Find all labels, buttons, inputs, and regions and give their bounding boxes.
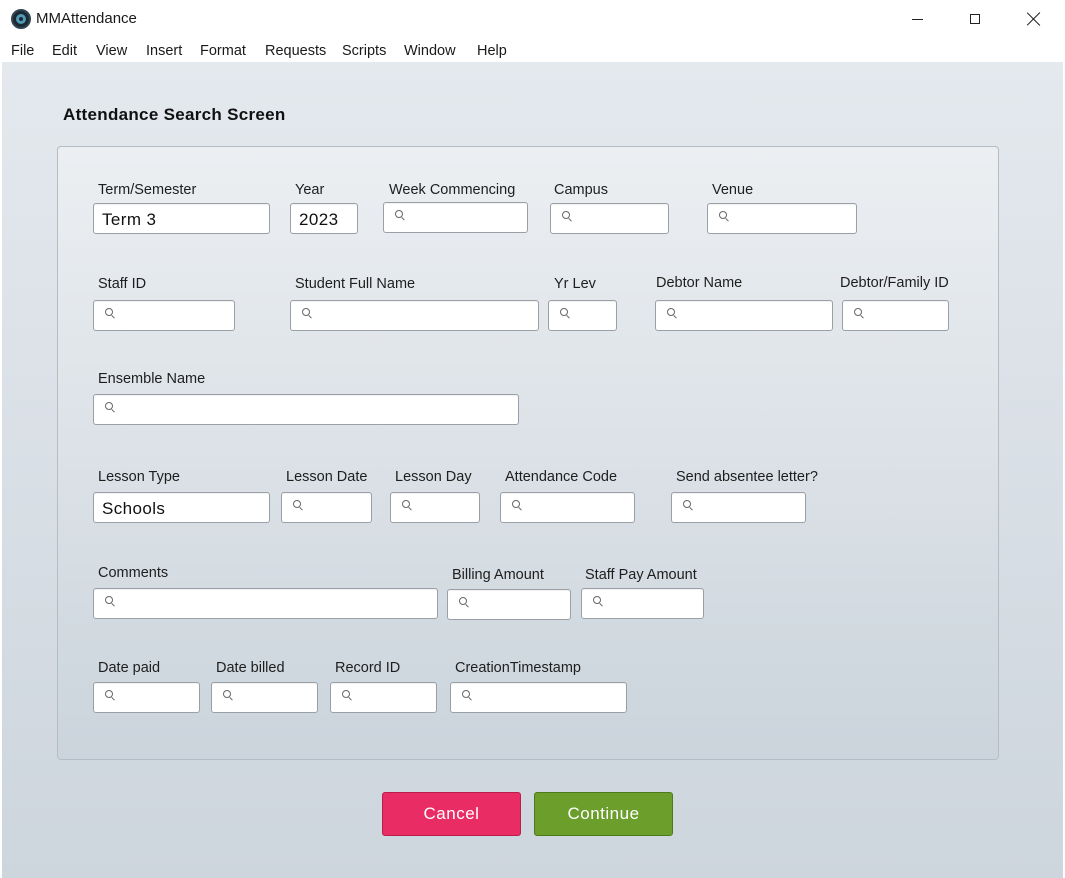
close-icon: [1027, 12, 1041, 26]
debtor-name-field[interactable]: [655, 300, 833, 331]
menu-help[interactable]: Help: [477, 43, 507, 59]
search-icon: [562, 211, 571, 220]
term-semester-value: Term 3: [102, 210, 157, 229]
maximize-icon: [970, 14, 980, 24]
search-icon: [105, 308, 114, 317]
yr-lev-label: Yr Lev: [554, 276, 596, 292]
search-icon: [105, 690, 114, 699]
menu-file[interactable]: File: [11, 43, 34, 59]
maximize-button[interactable]: [946, 0, 1004, 38]
date-paid-label: Date paid: [98, 660, 161, 676]
yr-lev-field[interactable]: [548, 300, 617, 331]
minimize-button[interactable]: [888, 0, 946, 38]
venue-label: Venue: [712, 182, 754, 198]
staff-pay-amount-label: Staff Pay Amount: [585, 567, 697, 583]
date-billed-field[interactable]: [211, 682, 318, 713]
debtor-family-id-label: Debtor/Family ID: [840, 275, 949, 291]
search-icon: [105, 402, 114, 411]
ensemble-name-field[interactable]: [93, 394, 519, 425]
menu-insert[interactable]: Insert: [146, 43, 182, 59]
term-semester-label: Term/Semester: [98, 182, 197, 198]
lesson-day-field[interactable]: [390, 492, 480, 523]
minimize-icon: [911, 18, 923, 20]
title-bar: MMAttendance: [0, 0, 1065, 38]
record-id-label: Record ID: [335, 660, 401, 676]
cancel-button[interactable]: Cancel: [382, 792, 521, 836]
app-logo-icon: [11, 9, 31, 29]
search-icon: [560, 308, 569, 317]
year-value: 2023: [299, 210, 339, 229]
attendance-code-label: Attendance Code: [505, 469, 618, 485]
staff-id-label: Staff ID: [98, 276, 147, 292]
lesson-date-field[interactable]: [281, 492, 372, 523]
continue-button[interactable]: Continue: [534, 792, 673, 836]
send-absentee-letter-field[interactable]: [671, 492, 806, 523]
window-title: MMAttendance: [36, 10, 137, 27]
page-title: Attendance Search Screen: [63, 105, 286, 124]
date-billed-label: Date billed: [216, 660, 285, 676]
staff-pay-amount-field[interactable]: [581, 588, 704, 619]
search-icon: [293, 500, 302, 509]
week-commencing-field[interactable]: [383, 202, 528, 233]
lesson-day-label: Lesson Day: [395, 469, 472, 485]
creation-timestamp-label: CreationTimestamp: [455, 660, 581, 676]
menu-requests[interactable]: Requests: [265, 43, 326, 59]
debtor-family-id-field[interactable]: [842, 300, 949, 331]
campus-label: Campus: [554, 182, 608, 198]
record-id-field[interactable]: [330, 682, 437, 713]
menu-scripts[interactable]: Scripts: [342, 43, 386, 59]
search-icon: [667, 308, 676, 317]
search-icon: [395, 210, 404, 219]
year-label: Year: [295, 182, 325, 198]
billing-amount-field[interactable]: [447, 589, 571, 620]
billing-amount-label: Billing Amount: [452, 567, 544, 583]
lesson-type-field[interactable]: Schools: [93, 492, 270, 523]
lesson-date-label: Lesson Date: [286, 469, 368, 485]
lesson-type-value: Schools: [102, 499, 166, 518]
search-icon: [459, 597, 468, 606]
search-icon: [462, 690, 471, 699]
search-icon: [342, 690, 351, 699]
close-button[interactable]: [1005, 0, 1063, 38]
search-icon: [683, 500, 692, 509]
menu-edit[interactable]: Edit: [52, 43, 77, 59]
creation-timestamp-field[interactable]: [450, 682, 627, 713]
lesson-type-label: Lesson Type: [98, 469, 180, 485]
search-icon: [302, 308, 311, 317]
menu-window[interactable]: Window: [404, 43, 456, 59]
search-icon: [593, 596, 602, 605]
student-full-name-field[interactable]: [290, 300, 539, 331]
search-icon: [105, 596, 114, 605]
comments-field[interactable]: [93, 588, 438, 619]
search-icon: [402, 500, 411, 509]
search-icon: [719, 211, 728, 220]
attendance-code-field[interactable]: [500, 492, 635, 523]
venue-field[interactable]: [707, 203, 857, 234]
term-semester-field[interactable]: Term 3: [93, 203, 270, 234]
debtor-name-label: Debtor Name: [656, 275, 743, 291]
search-icon: [854, 308, 863, 317]
search-icon: [512, 500, 521, 509]
send-absentee-letter-label: Send absentee letter?: [676, 469, 818, 485]
menu-format[interactable]: Format: [200, 43, 246, 59]
menu-bar: File Edit View Insert Format Requests Sc…: [0, 38, 1065, 62]
ensemble-name-label: Ensemble Name: [98, 371, 206, 387]
student-full-name-label: Student Full Name: [295, 276, 416, 292]
campus-field[interactable]: [550, 203, 669, 234]
comments-label: Comments: [98, 565, 169, 581]
date-paid-field[interactable]: [93, 682, 200, 713]
menu-view[interactable]: View: [96, 43, 127, 59]
week-commencing-label: Week Commencing: [389, 182, 516, 198]
staff-id-field[interactable]: [93, 300, 235, 331]
year-field[interactable]: 2023: [290, 203, 358, 234]
search-icon: [223, 690, 232, 699]
